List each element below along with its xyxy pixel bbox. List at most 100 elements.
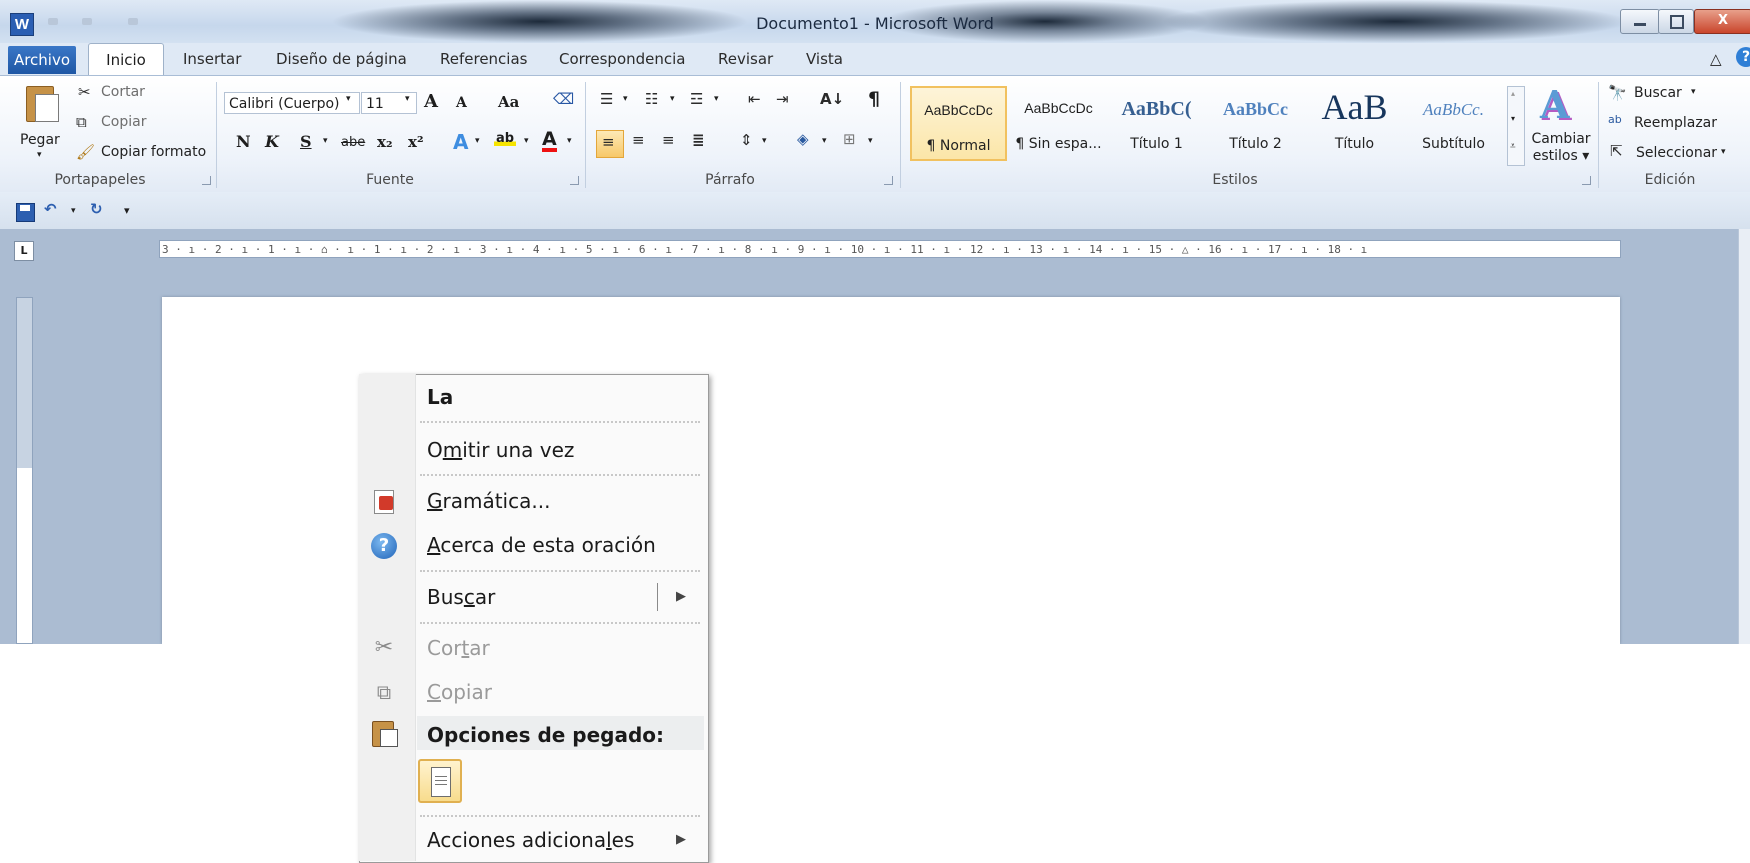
style-normal[interactable]: AaBbCcDc ¶ Normal [910,86,1007,161]
replace-button[interactable]: Reemplazar [1634,115,1717,131]
horizontal-ruler[interactable]: 3 · ı · 2 · ı · 1 · ı · ⌂ · ı · 1 · ı · … [159,240,1621,258]
find-button[interactable]: Buscar [1634,85,1682,101]
undo-dropdown-icon[interactable]: ▾ [71,206,76,216]
scroll-up-icon[interactable]: ▴ [1511,89,1515,98]
paste-label[interactable]: Pegar [20,132,60,148]
menu-item-ignore-once[interactable]: Omitir una vez [427,438,574,462]
text-effects-icon[interactable]: A [453,130,468,154]
style-subtitle[interactable]: AaBbCc. Subtítulo [1405,86,1502,161]
line-spacing-dropdown-icon[interactable]: ▾ [762,136,767,146]
font-name-combo[interactable]: Calibri (Cuerpo) [224,92,360,114]
highlight-dropdown-icon[interactable]: ▾ [524,136,529,146]
align-left-button[interactable]: ≡ [596,130,624,158]
italic-button[interactable]: K [265,132,279,151]
select-button[interactable]: Seleccionar [1636,145,1717,161]
paste-button[interactable] [22,82,60,126]
format-painter-button[interactable]: Copiar formato [101,144,206,160]
clear-format-icon[interactable]: ⌫ [553,90,574,108]
tab-archivo[interactable]: Archivo [8,46,76,74]
paste-dropdown-icon[interactable]: ▾ [37,150,42,160]
show-marks-button[interactable]: ¶ [868,88,880,110]
shading-icon[interactable]: ◈ [797,130,809,148]
align-right-icon[interactable]: ≡ [662,131,675,149]
menu-item-grammar[interactable]: Gramática... [427,489,550,513]
superscript-button[interactable]: x² [408,133,424,151]
cut-button[interactable]: Cortar [101,84,145,100]
copy-button[interactable]: Copiar [101,114,146,130]
tab-correspondencia[interactable]: Correspondencia [559,50,686,68]
repeat-icon[interactable]: ↻ [90,200,103,218]
menu-item-cut[interactable]: Cortar [427,636,490,660]
search-submenu-arrow-icon[interactable]: ▶ [676,589,686,604]
align-center-icon[interactable]: ≡ [632,131,645,149]
save-icon[interactable] [16,203,35,222]
strikethrough-button[interactable]: abe [341,135,365,150]
font-size-dropdown-icon[interactable]: ▾ [405,94,410,104]
clipboard-launcher-icon[interactable] [202,176,211,185]
shrink-font-button[interactable]: A [456,95,467,111]
bullets-icon[interactable]: ☰ [600,90,613,108]
grow-font-button[interactable]: A [424,91,438,112]
maximize-button[interactable] [1658,9,1694,34]
menu-item-suggestion[interactable]: La [427,385,453,409]
ribbon-tabs [0,43,1750,75]
customize-qat-icon[interactable]: ▾ [124,204,130,217]
tab-diseno-pagina[interactable]: Diseño de página [276,50,407,68]
styles-launcher-icon[interactable] [1582,176,1591,185]
borders-dropdown-icon[interactable]: ▾ [868,136,873,146]
menu-item-search[interactable]: Buscar [427,585,495,609]
gallery-more-icon[interactable]: ⩡ [1510,141,1516,152]
increase-indent-icon[interactable]: ⇥ [776,90,789,108]
select-dropdown-icon[interactable]: ▾ [1721,147,1726,157]
underline-button[interactable]: S [300,132,312,151]
paragraph-launcher-icon[interactable] [884,176,893,185]
paste-keep-text-button[interactable] [418,759,462,803]
multilevel-list-icon[interactable]: ☲ [690,90,703,108]
numbering-icon[interactable]: ☷ [645,90,658,108]
tab-inicio[interactable]: Inicio [88,43,164,77]
change-case-button[interactable]: Aa [498,93,519,111]
multilevel-dropdown-icon[interactable]: ▾ [714,94,719,104]
style-heading-2[interactable]: AaBbCc Título 2 [1207,86,1304,161]
line-spacing-icon[interactable]: ⇕ [740,131,753,149]
decrease-indent-icon[interactable]: ⇤ [748,90,761,108]
menu-item-additional-actions[interactable]: Acciones adicionales [427,828,634,852]
change-styles-icon[interactable]: A [1540,82,1569,127]
close-button[interactable]: X [1694,9,1750,34]
help-icon[interactable]: ? [1736,47,1750,67]
font-color-dropdown-icon[interactable]: ▾ [567,136,572,146]
menu-item-about-sentence[interactable]: Acerca de esta oración [427,533,656,557]
vertical-scrollbar[interactable] [1738,229,1750,644]
tab-referencias[interactable]: Referencias [440,50,527,68]
numbering-dropdown-icon[interactable]: ▾ [670,94,675,104]
minimize-ribbon-icon[interactable]: △ [1710,50,1722,68]
menu-item-copy[interactable]: Copiar [427,680,492,704]
find-dropdown-icon[interactable]: ▾ [1691,87,1696,97]
style-title[interactable]: AaB Título [1306,86,1403,161]
style-no-spacing[interactable]: AaBbCcDc ¶ Sin espa... [1010,86,1107,161]
styles-gallery-scroll[interactable]: ▴ ▾ ⩡ [1507,86,1525,166]
highlight-button[interactable]: ab [494,131,517,146]
shading-dropdown-icon[interactable]: ▾ [822,136,827,146]
scroll-down-icon[interactable]: ▾ [1511,114,1515,123]
text-effects-dropdown-icon[interactable]: ▾ [475,136,480,146]
undo-icon[interactable]: ↶ [44,200,57,218]
bold-button[interactable]: N [236,132,251,151]
bullets-dropdown-icon[interactable]: ▾ [623,94,628,104]
borders-icon[interactable]: ⊞ [843,130,856,148]
style-heading-1[interactable]: AaBbC( Título 1 [1108,86,1205,161]
sort-button[interactable]: A↓ [820,90,844,108]
tab-selector[interactable]: L [14,241,34,261]
font-launcher-icon[interactable] [570,176,579,185]
tab-vista[interactable]: Vista [806,50,843,68]
subscript-button[interactable]: x₂ [377,133,393,151]
font-name-dropdown-icon[interactable]: ▾ [346,94,351,104]
font-color-button[interactable]: A [542,130,557,152]
tab-revisar[interactable]: Revisar [718,50,773,68]
minimize-button[interactable] [1620,9,1660,34]
underline-dropdown-icon[interactable]: ▾ [323,136,328,146]
additional-actions-arrow-icon[interactable]: ▶ [676,832,686,847]
justify-icon[interactable]: ≣ [692,131,705,149]
tab-insertar[interactable]: Insertar [183,50,241,68]
change-styles-button[interactable]: Cambiar estilos ▾ [1530,131,1592,165]
